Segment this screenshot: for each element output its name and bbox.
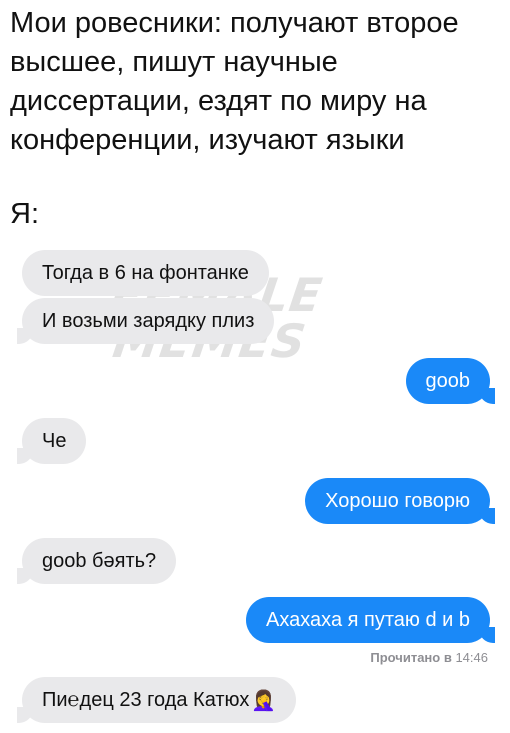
read-receipt-time: 14:46 — [455, 650, 488, 665]
message-outgoing: Хорошо говорю — [305, 478, 495, 524]
message-outgoing: goob — [405, 358, 495, 404]
message-incoming: goob бəять? — [16, 538, 177, 584]
read-receipt: Прочитано в 14:46 — [370, 650, 488, 665]
message-outgoing: Ахахаха я путаю d и b — [246, 597, 495, 643]
message-incoming: Тогда в 6 на фонтанке — [22, 250, 269, 296]
message-text: Пи℮дец 23 года Катюх — [42, 689, 250, 711]
message-incoming: Че — [16, 418, 87, 464]
message-incoming: И возьми зарядку плиз — [16, 298, 275, 344]
meme-caption: Мои ровесники: получают второе высшее, п… — [10, 7, 459, 156]
message-incoming: Пи℮дец 23 года Катюх 🤦‍♀️ — [16, 677, 297, 723]
woman-facepalming-icon: 🤦‍♀️ — [251, 689, 277, 712]
me-label: Я: — [10, 198, 39, 230]
read-receipt-label: Прочитано в — [370, 650, 452, 665]
